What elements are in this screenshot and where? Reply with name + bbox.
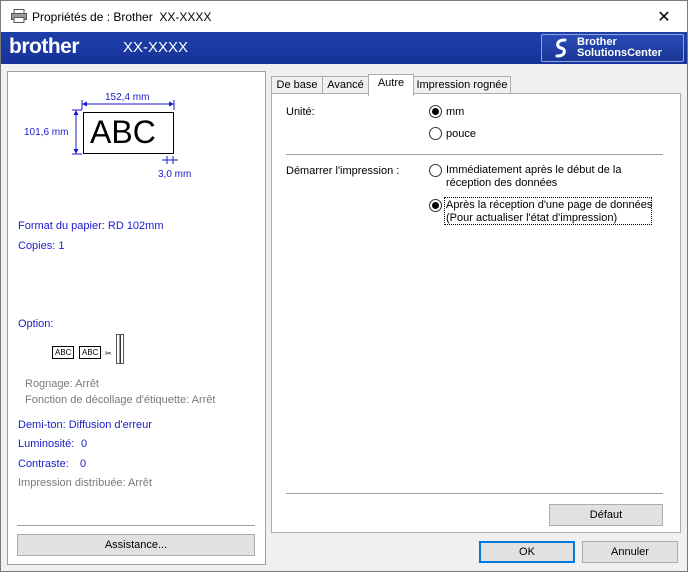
- preview-separator: [17, 525, 255, 526]
- bottom-separator: [286, 493, 663, 494]
- ok-button[interactable]: OK: [479, 541, 575, 563]
- cancel-button[interactable]: Annuler: [582, 541, 678, 563]
- contrast-label: Contraste:: [18, 458, 69, 470]
- start-after-page-line1: Après la réception d'une page de données: [446, 199, 653, 211]
- title-bar: Propriétés de : Brother XX-XXXX ✕: [1, 1, 687, 32]
- tab-autre[interactable]: Autre: [368, 74, 414, 96]
- label-size-diagram: 152,4 mm 101,6 mm ABC 3,0 mm: [8, 72, 267, 202]
- label-preview-text: ABC: [90, 114, 156, 150]
- cutter-icon: [116, 334, 124, 364]
- option-heading: Option:: [18, 318, 54, 330]
- default-button[interactable]: Défaut: [549, 504, 663, 526]
- start-after-page-radio[interactable]: [429, 199, 442, 212]
- start-immediate-line1: Immédiatement après le début de la: [446, 164, 622, 176]
- start-print-label: Démarrer l'impression :: [286, 165, 400, 177]
- contrast-value: 0: [80, 458, 87, 470]
- start-immediate-line2: réception des données: [446, 177, 558, 189]
- close-icon: ✕: [657, 8, 671, 26]
- option-label-2: ABC: [79, 346, 102, 359]
- peel-info: Fonction de décollage d'étiquette: Arrêt: [25, 394, 216, 406]
- scissors-icon: ✂: [105, 349, 112, 358]
- tab-panel-autre: Unité: mm pouce Démarrer l'impression : …: [271, 93, 681, 533]
- solutions-center-label: Brother SolutionsCenter: [577, 37, 662, 59]
- preview-panel: 152,4 mm 101,6 mm ABC 3,0 mm Format du p…: [7, 71, 266, 565]
- model-name: XX-XXXX: [123, 39, 189, 56]
- width-dimension: 152,4 mm: [105, 92, 150, 103]
- close-button[interactable]: ✕: [641, 1, 687, 32]
- height-dimension: 101,6 mm: [24, 127, 69, 138]
- paper-format-info: Format du papier: RD 102mm: [18, 220, 164, 232]
- solutions-center-icon: [555, 38, 567, 58]
- brother-logo: brother: [9, 35, 80, 58]
- distributed-info: Impression distribuée: Arrêt: [18, 477, 152, 489]
- brightness-value: 0: [81, 438, 88, 450]
- assistance-button[interactable]: Assistance...: [17, 534, 255, 556]
- printer-properties-window: Propriétés de : Brother XX-XXXX ✕ brothe…: [0, 0, 688, 572]
- unit-separator: [286, 154, 663, 155]
- brand-bar: brother XX-XXXX Brother SolutionsCenter: [1, 32, 687, 64]
- option-label-1: ABC: [52, 346, 75, 359]
- start-after-page-line2: (Pour actualiser l'état d'impression): [446, 212, 618, 224]
- solutions-center-line2: SolutionsCenter: [577, 47, 662, 59]
- start-immediate-radio[interactable]: [429, 164, 442, 177]
- cutting-info: Rognage: Arrêt: [25, 378, 99, 390]
- halftone-info: Demi-ton: Diffusion d'erreur: [18, 419, 152, 431]
- start-immediate-label[interactable]: Immédiatement après le début de la récep…: [446, 164, 622, 190]
- unit-pouce-radio[interactable]: [429, 127, 442, 140]
- printer-icon: [11, 9, 27, 23]
- margin-dimension: 3,0 mm: [158, 169, 192, 180]
- unit-mm-label[interactable]: mm: [446, 106, 464, 119]
- solutions-center-button[interactable]: Brother SolutionsCenter: [541, 34, 684, 62]
- unit-pouce-label[interactable]: pouce: [446, 128, 476, 141]
- unit-label: Unité:: [286, 106, 315, 118]
- window-title: Propriétés de : Brother XX-XXXX: [32, 10, 212, 24]
- option-cut-graphic: ABC ABC ✂: [52, 334, 142, 370]
- start-after-page-label[interactable]: Après la réception d'une page de données…: [446, 199, 652, 225]
- copies-info: Copies: 1: [18, 240, 65, 252]
- unit-mm-radio[interactable]: [429, 105, 442, 118]
- brightness-label: Luminosité:: [18, 438, 75, 450]
